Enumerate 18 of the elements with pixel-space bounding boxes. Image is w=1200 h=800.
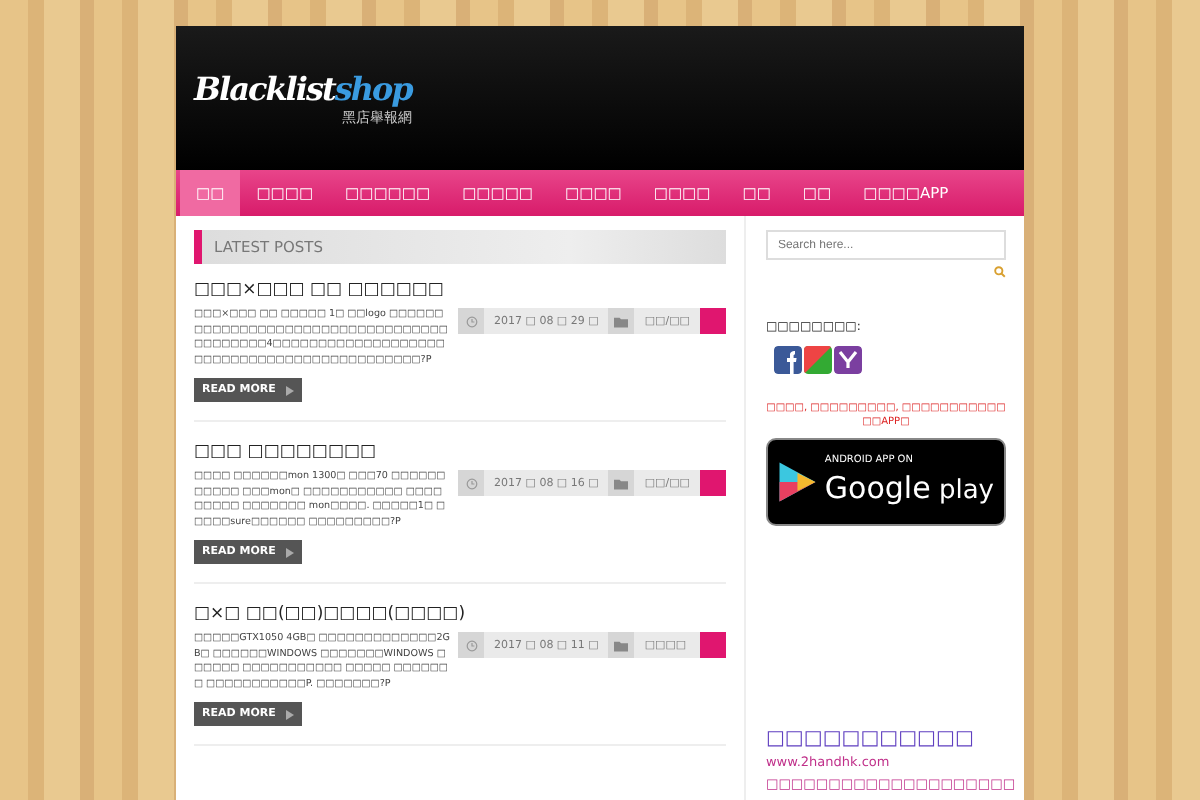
yahoo-icon[interactable] (833, 345, 862, 374)
arrow-icon (285, 547, 294, 557)
arrow-icon (285, 385, 294, 395)
folder-icon (614, 639, 629, 651)
clock-icon (465, 477, 477, 489)
folder-icon (614, 315, 629, 327)
arrow-icon (285, 709, 294, 719)
post-title[interactable]: □□□ □□□□□□□□ (194, 442, 726, 462)
folder-icon (614, 477, 629, 489)
post-title[interactable]: □□□×□□□ □□ □□□□□□ (194, 280, 726, 300)
search-icon[interactable] (994, 266, 1006, 278)
site-logo: Blacklistshop (194, 69, 412, 107)
badge-title: Google play (824, 467, 994, 510)
clock-icon (465, 315, 477, 327)
post-title[interactable]: □×□ □□(□□)□□□□(□□□□) (194, 604, 726, 624)
clock-icon (465, 639, 477, 651)
facebook-icon[interactable] (773, 345, 802, 374)
promo-title: □□□□□□□□□□□ (765, 725, 976, 754)
